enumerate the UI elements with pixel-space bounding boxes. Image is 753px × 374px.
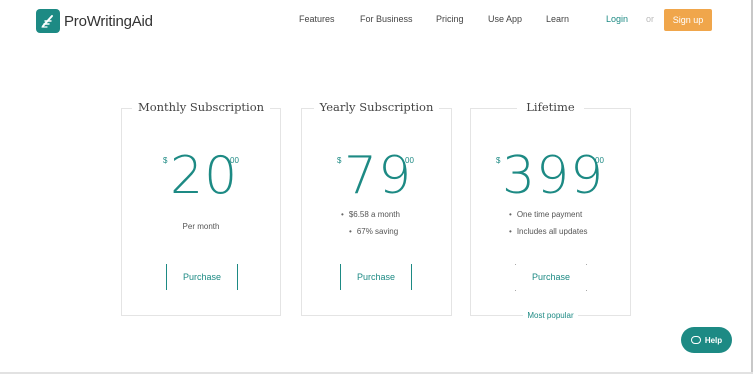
price-period: Per month xyxy=(182,222,220,231)
plan-title: Yearly Subscription xyxy=(302,100,451,114)
nav-features[interactable]: Features xyxy=(299,14,335,24)
prowritingaid-logo-icon xyxy=(36,9,60,33)
currency-symbol: $ xyxy=(337,156,342,165)
nav-use-app[interactable]: Use App xyxy=(488,14,522,24)
plan-features: One time payment Includes all updates xyxy=(471,210,668,244)
help-button[interactable]: Help xyxy=(681,327,732,353)
plan-title: Monthly Subscription xyxy=(122,100,280,114)
nav-pricing[interactable]: Pricing xyxy=(436,14,464,24)
feature-item: Includes all updates xyxy=(509,227,668,236)
currency-symbol: $ xyxy=(496,156,501,165)
currency-symbol: $ xyxy=(163,156,168,165)
price-cents: 00 xyxy=(595,156,604,165)
price-amount: 20 xyxy=(170,146,239,206)
signup-button[interactable]: Sign up xyxy=(664,9,712,31)
brand-logo[interactable]: ProWritingAid xyxy=(36,9,153,33)
nav-for-business[interactable]: For Business xyxy=(360,14,413,24)
help-label: Help xyxy=(704,335,723,345)
plan-price: $ 20 00 xyxy=(122,148,280,208)
plan-card-monthly: Monthly Subscription $ 20 00 Per month P… xyxy=(121,100,281,316)
plan-features: $6.58 a month 67% saving xyxy=(302,210,490,244)
brand-name: ProWritingAid xyxy=(64,12,153,30)
or-separator: or xyxy=(646,14,655,24)
price-amount: 399 xyxy=(502,146,605,206)
feature-item: One time payment xyxy=(509,210,668,219)
plan-price: $ 399 00 xyxy=(471,148,630,208)
most-popular-badge: Most popular xyxy=(471,311,630,320)
price-cents: 00 xyxy=(230,156,239,165)
price-cents: 00 xyxy=(405,156,414,165)
purchase-button-lifetime[interactable]: Purchase xyxy=(515,264,587,290)
chat-bubble-icon xyxy=(690,336,701,344)
feature-item: $6.58 a month xyxy=(341,210,490,219)
plan-card-yearly: Yearly Subscription $ 79 00 $6.58 a mont… xyxy=(301,100,452,316)
plan-card-lifetime: Lifetime $ 399 00 One time payment Inclu… xyxy=(470,100,631,320)
purchase-button-monthly[interactable]: Purchase xyxy=(166,264,238,290)
purchase-button-yearly[interactable]: Purchase xyxy=(340,264,412,290)
feature-item: 67% saving xyxy=(341,227,490,236)
price-amount: 79 xyxy=(344,146,413,206)
plan-title: Lifetime xyxy=(471,100,630,114)
login-link[interactable]: Login xyxy=(606,14,628,24)
plan-price: $ 79 00 xyxy=(302,148,451,208)
nav-learn[interactable]: Learn xyxy=(546,14,569,24)
